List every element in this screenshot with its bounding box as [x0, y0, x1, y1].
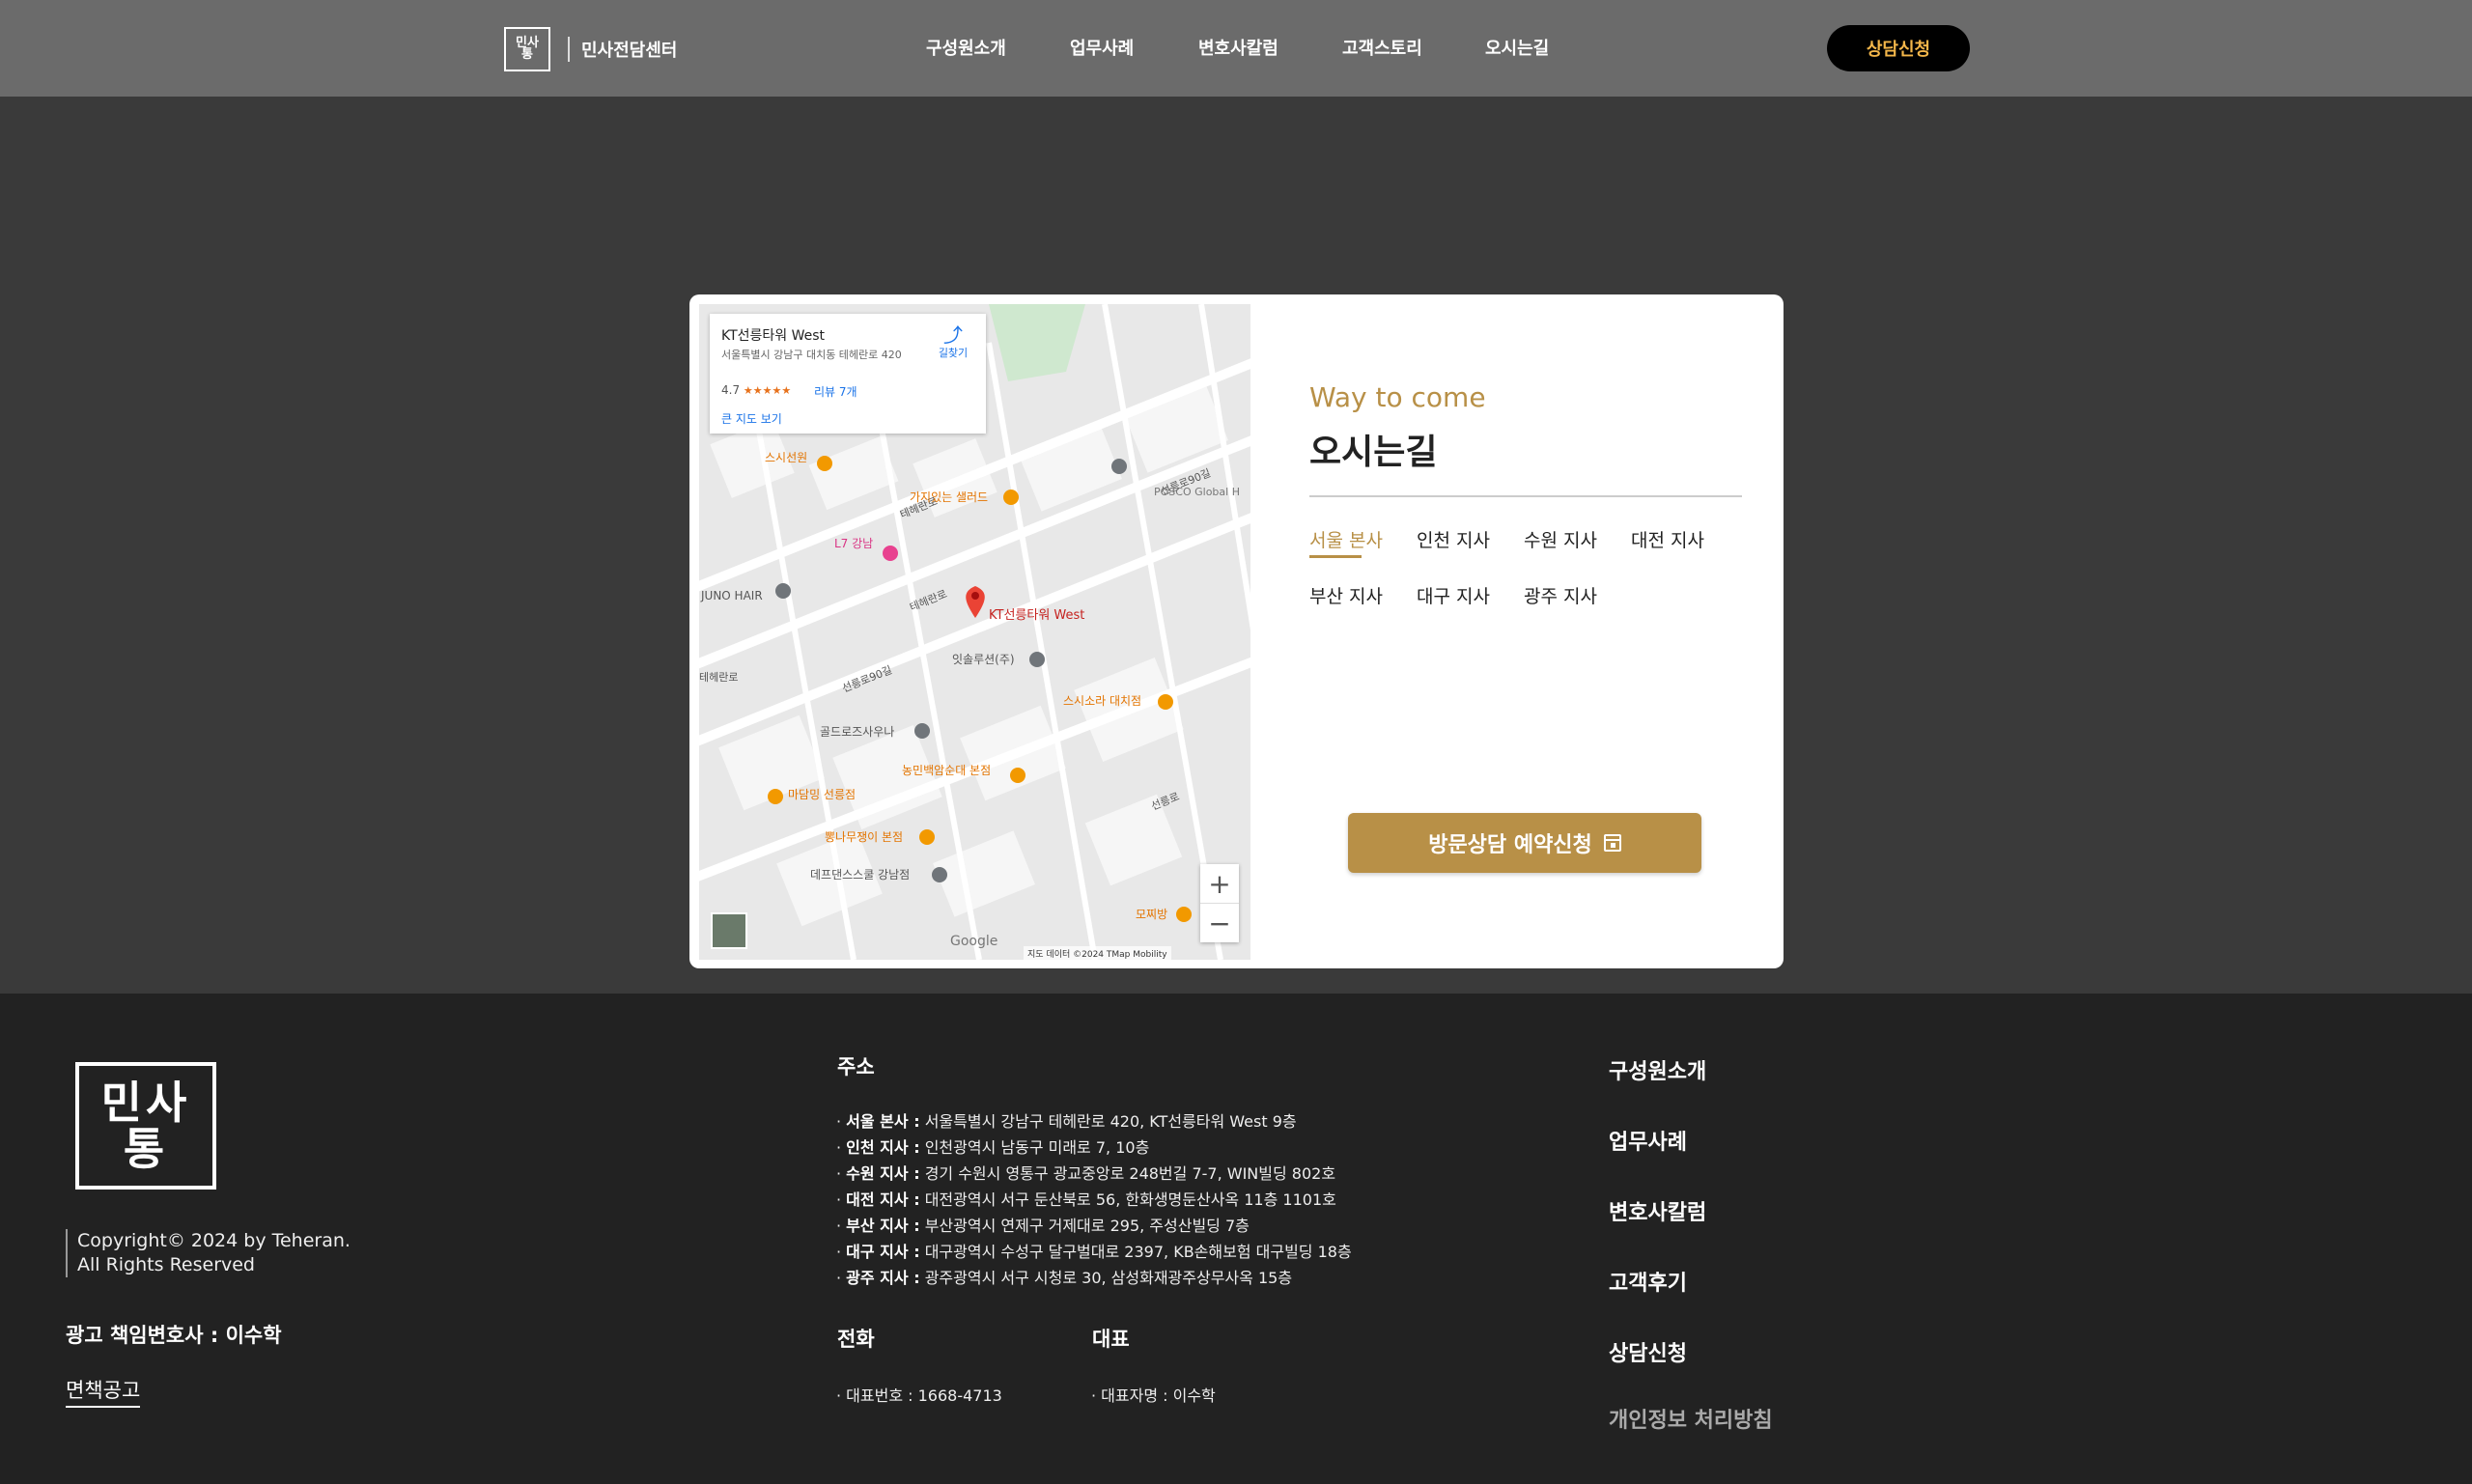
address-line: · 서울 본사 : 서울특별시 강남구 테헤란로 420, KT선릉타워 Wes… [836, 1112, 1297, 1131]
map-attribution: 지도 데이터 ©2024 TMap Mobility [1024, 946, 1171, 960]
tab-daegu[interactable]: 대구 지사 [1417, 582, 1490, 608]
place-label: 데프댄스스쿨 강남점 [810, 868, 910, 882]
phone-heading: 전화 [837, 1328, 875, 1351]
title-divider [1309, 495, 1742, 497]
active-tab-underline [1309, 555, 1362, 558]
main-section: 테헤란로 테헤란로 테헤란로 선릉로90길 선릉로90길 선릉로 POSCO G… [0, 97, 2472, 994]
footer-nav-column[interactable]: 변호사칼럼 [1609, 1195, 1706, 1226]
nav-cases[interactable]: 업무사례 [1070, 35, 1134, 60]
zoom-control: + − [1200, 864, 1239, 942]
place-label: 잇솔루션(주) [952, 653, 1015, 666]
place-label: 뽕나무쟁이 본점 [825, 830, 903, 844]
directions-button[interactable]: ⤴ 길찾기 [928, 325, 978, 360]
place-label: 마담밍 선릉점 [788, 788, 856, 801]
road-label: 테헤란로 [699, 671, 738, 684]
reviews-link[interactable]: 리뷰 7개 [814, 383, 857, 400]
logo-icon[interactable]: 민사 통 [504, 27, 550, 71]
map-embed[interactable]: 테헤란로 테헤란로 테헤란로 선릉로90길 선릉로90길 선릉로 POSCO G… [699, 304, 1250, 960]
rep-heading: 대표 [1092, 1328, 1130, 1351]
place-rating: 4.7 ★★★★★ [721, 383, 792, 397]
place-label: 모찌방 [1136, 908, 1167, 921]
pin-label: KT선릉타워 West [989, 608, 1084, 623]
footer-nav-privacy[interactable]: 개인정보 처리방침 [1609, 1403, 1773, 1434]
address-line: · 부산 지사 : 부산광역시 연제구 거제대로 295, 주성산빌딩 7층 [836, 1217, 1250, 1235]
booking-label: 방문상담 예약신청 [1428, 833, 1592, 857]
tab-gwangju[interactable]: 광주 지사 [1524, 582, 1597, 608]
place-label: 스시선원 [765, 451, 807, 464]
footer-nav-cases[interactable]: 업무사례 [1609, 1125, 1687, 1156]
address-line: · 대구 지사 : 대구광역시 수성구 달구벌대로 2397, KB손해보험 대… [836, 1243, 1352, 1261]
logo-divider [568, 37, 570, 62]
zoom-in-button[interactable]: + [1200, 864, 1239, 903]
copyright: Copyright© 2024 by Teheran. All Rights R… [66, 1229, 351, 1277]
tab-daejeon[interactable]: 대전 지사 [1631, 526, 1704, 552]
map-info-window: KT선릉타워 West 서울특별시 강남구 대치동 테헤란로 420 4.7 ★… [710, 314, 986, 434]
place-title: KT선릉타워 West [721, 328, 826, 344]
tab-seoul[interactable]: 서울 본사 [1309, 526, 1383, 552]
place-label: 가지있는 샐러드 [910, 490, 988, 504]
calendar-icon [1603, 834, 1621, 852]
footer-logo-icon: 민사 통 [75, 1062, 216, 1190]
address-line: · 인천 지사 : 인천광역시 남동구 미래로 7, 10층 [836, 1138, 1150, 1157]
nav-location[interactable]: 오시는길 [1485, 35, 1549, 60]
visit-booking-button[interactable]: 방문상담 예약신청 [1348, 813, 1701, 873]
site-header: 민사 통 민사전담센터 구성원소개 업무사례 변호사칼럼 고객스토리 오시는길 … [0, 0, 2472, 97]
logo-text[interactable]: 민사전담센터 [581, 37, 677, 62]
footer-nav-reviews[interactable]: 고객후기 [1609, 1266, 1687, 1297]
place-address: 서울특별시 강남구 대치동 테헤란로 420 [721, 349, 902, 361]
bigger-map-link[interactable]: 큰 지도 보기 [721, 410, 782, 427]
section-title: 오시는길 [1309, 433, 1438, 472]
disclaimer-link[interactable]: 면책공고 [66, 1375, 141, 1408]
tab-incheon[interactable]: 인천 지사 [1417, 526, 1490, 552]
site-footer: 민사 통 Copyright© 2024 by Teheran. All Rig… [0, 994, 2472, 1484]
footer-nav-members[interactable]: 구성원소개 [1609, 1054, 1706, 1085]
section-subtitle: Way to come [1309, 381, 1486, 413]
footer-nav-consult[interactable]: 상담신청 [1609, 1336, 1687, 1367]
address-line: · 광주 지사 : 광주광역시 서구 시청로 30, 삼성화재광주상무사옥 15… [836, 1269, 1293, 1287]
directions-icon: ⤴ [943, 323, 963, 347]
rep-line: · 대표자명 : 이수학 [1091, 1386, 1216, 1405]
address-line: · 수원 지사 : 경기 수원시 영통구 광교중앙로 248번길 7-7, WI… [836, 1164, 1336, 1183]
nav-members[interactable]: 구성원소개 [926, 35, 1006, 60]
zoom-out-button[interactable]: − [1200, 904, 1239, 942]
place-label: 골드로즈사우나 [820, 725, 894, 739]
location-card: 테헤란로 테헤란로 테헤란로 선릉로90길 선릉로90길 선릉로 POSCO G… [689, 294, 1784, 968]
place-label: 농민백암순대 본점 [902, 764, 991, 777]
place-label: JUNO HAIR [700, 589, 763, 602]
ad-lawyer: 광고 책임변호사 : 이수학 [66, 1324, 282, 1347]
phone-line: · 대표번호 : 1668-4713 [836, 1386, 1002, 1405]
tab-suwon[interactable]: 수원 지사 [1524, 526, 1597, 552]
tab-busan[interactable]: 부산 지사 [1309, 582, 1383, 608]
nav-column[interactable]: 변호사칼럼 [1198, 35, 1278, 60]
consult-button[interactable]: 상담신청 [1827, 25, 1970, 71]
google-logo: Google [950, 934, 998, 949]
satellite-toggle[interactable] [711, 912, 747, 949]
address-heading: 주소 [837, 1055, 875, 1078]
place-label: POSCO Global H [1154, 486, 1240, 498]
place-label: L7 강남 [834, 537, 873, 550]
address-line: · 대전 지사 : 대전광역시 서구 둔산북로 56, 한화생명둔산사옥 11층… [836, 1190, 1336, 1209]
star-icon: ★★★★★ [743, 384, 792, 397]
place-label: 스시소라 대치점 [1063, 694, 1141, 708]
nav-stories[interactable]: 고객스토리 [1342, 35, 1422, 60]
